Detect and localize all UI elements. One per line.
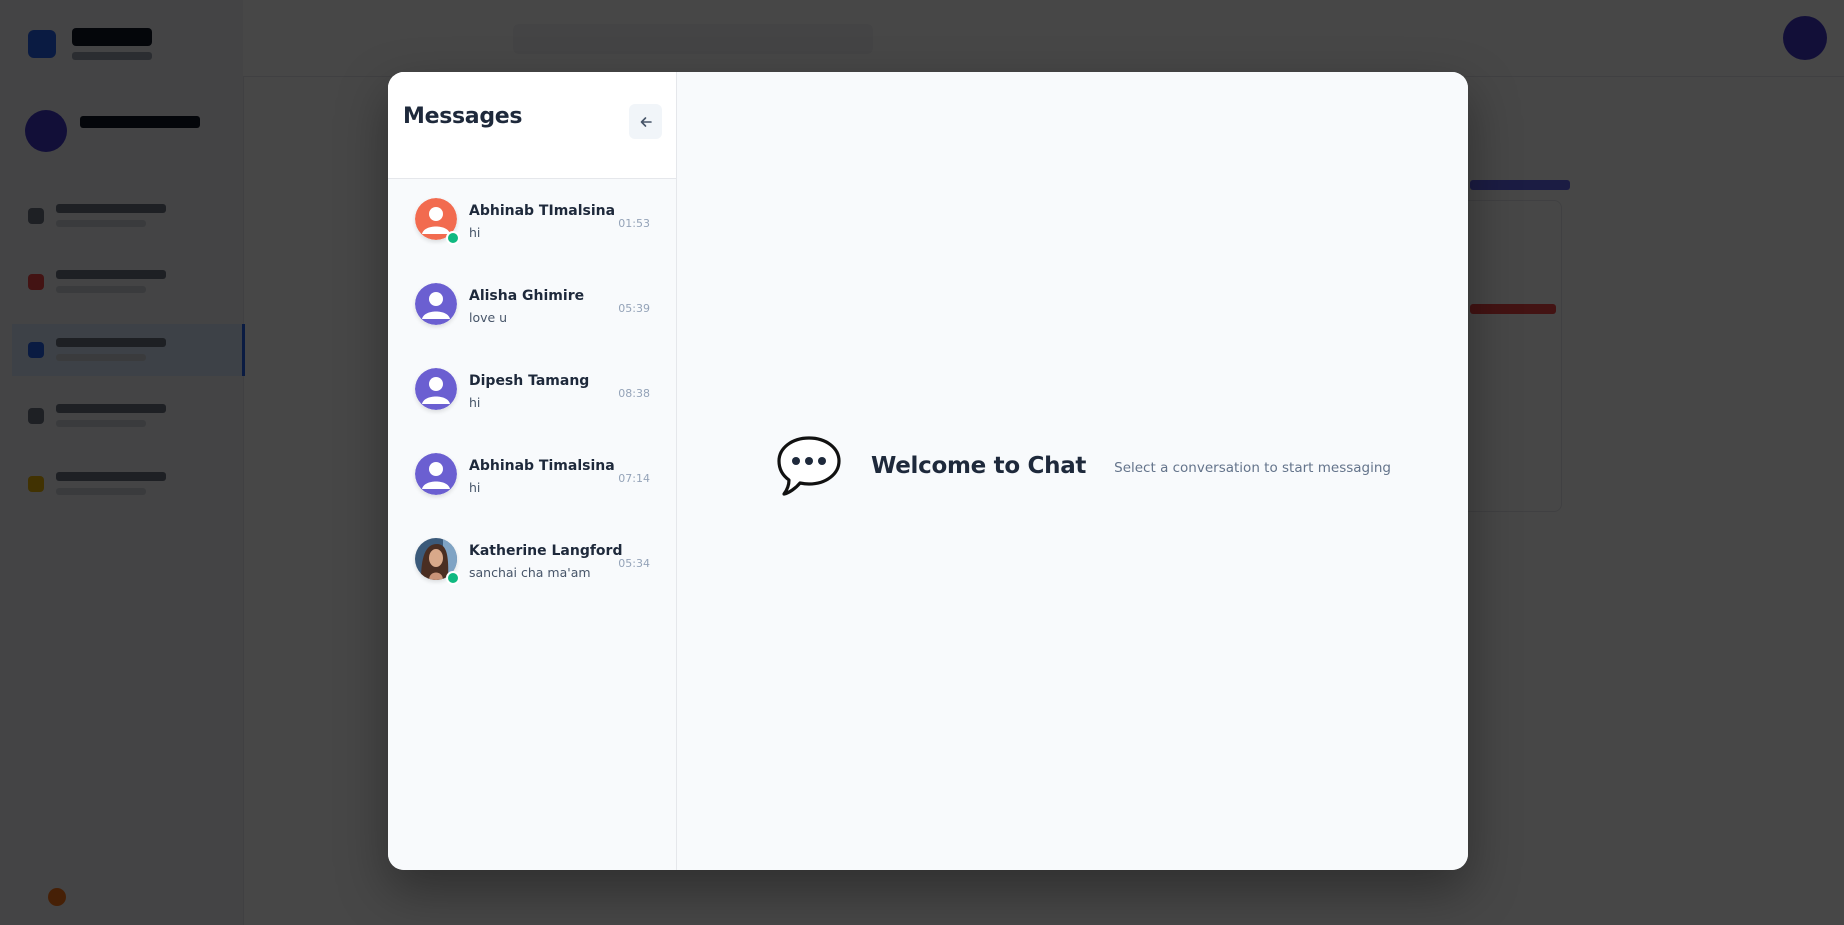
user-avatar-icon — [415, 368, 457, 410]
conversation-name: Dipesh Tamang — [469, 373, 590, 389]
user-avatar-icon — [415, 283, 457, 325]
back-button[interactable] — [629, 104, 662, 139]
conversation-item[interactable]: Alisha Ghimire love u 05:39 — [388, 264, 676, 349]
welcome-subtitle: Select a conversation to start messaging — [1114, 460, 1391, 476]
conversation-name: Alisha Ghimire — [469, 288, 585, 304]
conversation-preview: hi — [469, 395, 481, 410]
conversation-item[interactable]: Katherine Langford sanchai cha ma'am 05:… — [388, 519, 676, 604]
conversation-time: 08:38 — [618, 387, 650, 400]
welcome-section: Welcome to Chat Select a conversation to… — [773, 430, 1391, 502]
conversation-time: 01:53 — [618, 217, 650, 230]
online-status-dot — [446, 231, 460, 245]
conversation-item[interactable]: Abhinab TImalsina hi 01:53 — [388, 179, 676, 264]
conversation-list: Abhinab TImalsina hi 01:53 Alisha Ghimir… — [388, 179, 676, 604]
arrow-left-icon — [640, 116, 652, 127]
conversation-preview: hi — [469, 480, 481, 495]
conversation-item[interactable]: Dipesh Tamang hi 08:38 — [388, 349, 676, 434]
welcome-title: Welcome to Chat — [871, 453, 1087, 479]
chat-area: Welcome to Chat Select a conversation to… — [677, 72, 1468, 870]
online-status-dot — [446, 571, 460, 585]
conversation-name: Katherine Langford — [469, 543, 623, 559]
conversation-preview: hi — [469, 225, 481, 240]
chat-bubble-icon — [777, 436, 841, 496]
conversation-sidebar: Messages Abhinab TImalsina hi 01:53 Alis… — [388, 72, 677, 870]
conversation-time: 05:34 — [618, 557, 650, 570]
conversation-preview: love u — [469, 310, 508, 325]
conversation-time: 07:14 — [618, 472, 650, 485]
user-avatar-icon — [415, 453, 457, 495]
conversation-name: Abhinab Timalsina — [469, 458, 615, 474]
messages-title: Messages — [403, 104, 523, 129]
conversation-item[interactable]: Abhinab Timalsina hi 07:14 — [388, 434, 676, 519]
conversation-name: Abhinab TImalsina — [469, 203, 616, 219]
messages-header: Messages — [388, 72, 676, 179]
chat-modal: Messages Abhinab TImalsina hi 01:53 Alis… — [388, 72, 1468, 870]
conversation-time: 05:39 — [618, 302, 650, 315]
conversation-preview: sanchai cha ma'am — [469, 565, 591, 580]
